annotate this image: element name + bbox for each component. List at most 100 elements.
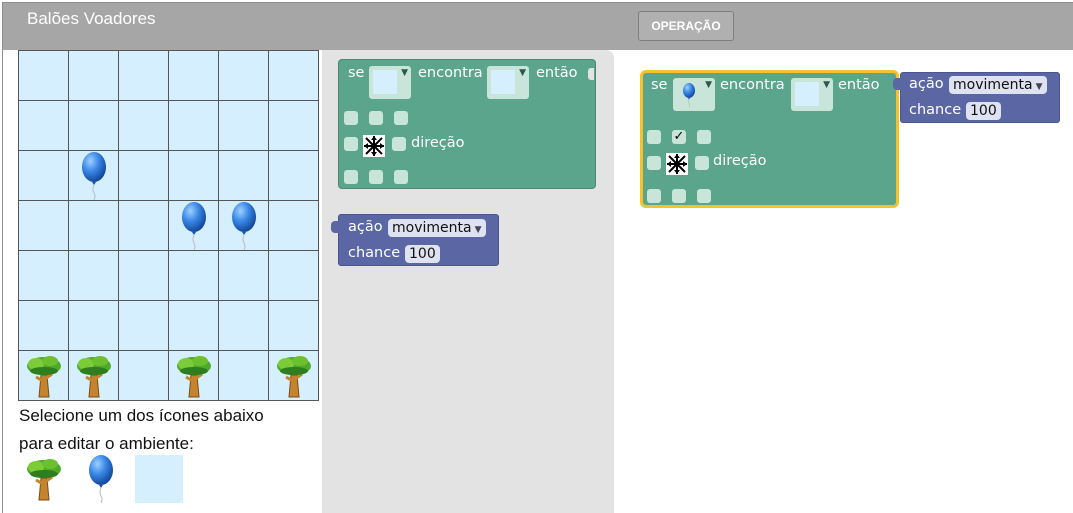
rule-connector-notch xyxy=(588,68,594,80)
ws-direction-checkbox-se[interactable] xyxy=(697,189,711,203)
grid-cell-0-3[interactable] xyxy=(169,51,218,100)
rule-then-label: então xyxy=(536,65,578,81)
action-dropdown[interactable]: movimenta ▼ xyxy=(388,219,486,237)
grid-cell-0-4[interactable] xyxy=(219,51,268,100)
grid-cell-2-3[interactable] xyxy=(169,151,218,200)
ws-direction-checkbox-ne[interactable] xyxy=(697,130,711,144)
direction-checkbox-e[interactable] xyxy=(392,137,406,151)
grid-cell-2-5[interactable] xyxy=(269,151,318,200)
palette-empty-cell[interactable] xyxy=(135,455,183,503)
tree-icon xyxy=(27,459,61,501)
palette-balloon-icon[interactable] xyxy=(77,455,125,503)
ws-direction-checkbox-e[interactable] xyxy=(695,156,709,170)
instruction-line-2: para editar o ambiente: xyxy=(19,434,194,453)
ws-rule-finds-label: encontra xyxy=(720,77,785,93)
chance-field[interactable]: 100 xyxy=(405,245,440,263)
grid-cell-3-1[interactable] xyxy=(69,201,118,250)
palette-tree-icon[interactable] xyxy=(20,455,68,503)
environment-grid xyxy=(18,50,319,401)
direction-checkbox-s[interactable] xyxy=(369,170,383,184)
grid-cell-1-4[interactable] xyxy=(219,101,268,150)
grid-cell-5-5[interactable] xyxy=(269,301,318,350)
grid-cell-1-1[interactable] xyxy=(69,101,118,150)
grid-cell-4-5[interactable] xyxy=(269,251,318,300)
direction-checkbox-w[interactable] xyxy=(344,137,358,151)
grid-cell-2-1[interactable] xyxy=(69,151,118,200)
grid-cell-1-2[interactable] xyxy=(119,101,168,150)
grid-cell-0-0[interactable] xyxy=(19,51,68,100)
ws-action-dropdown[interactable]: movimenta ▼ xyxy=(949,76,1047,94)
toolbox-rule-block[interactable]: se ▼ encontra ▼ então direção xyxy=(338,59,596,189)
workspace-rule-block[interactable]: se ▼ encontra ▼ então ✓ direção xyxy=(640,70,899,208)
grid-cell-3-4[interactable] xyxy=(219,201,268,250)
direction-checkbox-sw[interactable] xyxy=(344,170,358,184)
grid-cell-4-0[interactable] xyxy=(19,251,68,300)
rule-direction-label: direção xyxy=(411,135,465,151)
grid-cell-0-2[interactable] xyxy=(119,51,168,100)
ws-first-item-dropdown[interactable]: ▼ xyxy=(673,78,715,111)
second-item-dropdown[interactable]: ▼ xyxy=(487,66,529,99)
balloon-icon xyxy=(231,201,256,250)
balloon-icon xyxy=(89,455,113,503)
grid-cell-5-0[interactable] xyxy=(19,301,68,350)
grid-cell-2-2[interactable] xyxy=(119,151,168,200)
block-toolbox: se ▼ encontra ▼ então direção ação movim… xyxy=(322,50,614,513)
action-connector-nub xyxy=(331,221,339,233)
toolbox-action-block[interactable]: ação movimenta ▼ chance 100 xyxy=(338,214,499,266)
grid-cell-6-3[interactable] xyxy=(169,351,218,400)
direction-checkbox-nw[interactable] xyxy=(344,111,358,125)
grid-cell-6-5[interactable] xyxy=(269,351,318,400)
workspace-action-block[interactable]: ação movimenta ▼ chance 100 xyxy=(900,72,1060,123)
ws-direction-checkbox-n[interactable]: ✓ xyxy=(672,130,686,144)
ws-direction-checkbox-w[interactable] xyxy=(647,156,661,170)
operation-button[interactable]: OPERAÇÃO xyxy=(638,11,734,41)
first-item-dropdown[interactable]: ▼ xyxy=(369,66,411,99)
grid-cell-6-4[interactable] xyxy=(219,351,268,400)
tree-icon xyxy=(76,355,111,397)
chevron-down-icon: ▼ xyxy=(1035,82,1043,92)
direction-checkbox-n[interactable] xyxy=(369,111,383,125)
grid-cell-6-1[interactable] xyxy=(69,351,118,400)
ws-direction-checkbox-nw[interactable] xyxy=(647,130,661,144)
ws-direction-checkbox-sw[interactable] xyxy=(647,189,661,203)
ws-rule-then-label: então xyxy=(838,77,880,93)
grid-cell-4-2[interactable] xyxy=(119,251,168,300)
grid-cell-5-2[interactable] xyxy=(119,301,168,350)
grid-cell-3-2[interactable] xyxy=(119,201,168,250)
grid-cell-1-3[interactable] xyxy=(169,101,218,150)
tree-icon xyxy=(276,355,311,397)
balloon-icon xyxy=(81,151,106,200)
grid-cell-6-2[interactable] xyxy=(119,351,168,400)
grid-cell-3-3[interactable] xyxy=(169,201,218,250)
ws-rule-if-label: se xyxy=(651,77,668,93)
direction-cross-icon xyxy=(363,135,385,157)
grid-cell-3-5[interactable] xyxy=(269,201,318,250)
grid-cell-4-4[interactable] xyxy=(219,251,268,300)
grid-cell-1-0[interactable] xyxy=(19,101,68,150)
ws-direction-checkbox-s[interactable] xyxy=(672,189,686,203)
grid-cell-5-1[interactable] xyxy=(69,301,118,350)
grid-cell-0-5[interactable] xyxy=(269,51,318,100)
rule-finds-label: encontra xyxy=(418,65,483,81)
chevron-down-icon: ▼ xyxy=(474,225,482,235)
grid-cell-6-0[interactable] xyxy=(19,351,68,400)
direction-cross-icon xyxy=(666,153,688,175)
ws-second-item-dropdown[interactable]: ▼ xyxy=(791,78,833,111)
direction-checkbox-se[interactable] xyxy=(394,170,408,184)
grid-cell-1-5[interactable] xyxy=(269,101,318,150)
grid-cell-2-0[interactable] xyxy=(19,151,68,200)
grid-cell-5-4[interactable] xyxy=(219,301,268,350)
grid-cell-5-3[interactable] xyxy=(169,301,218,350)
grid-cell-4-3[interactable] xyxy=(169,251,218,300)
action-label: ação xyxy=(348,219,383,235)
ws-action-label: ação xyxy=(909,76,944,92)
grid-cell-0-1[interactable] xyxy=(69,51,118,100)
ws-chance-label: chance xyxy=(909,102,962,118)
ws-chance-field[interactable]: 100 xyxy=(966,102,1001,120)
grid-cell-2-4[interactable] xyxy=(219,151,268,200)
grid-cell-3-0[interactable] xyxy=(19,201,68,250)
ws-rule-direction-label: direção xyxy=(713,153,767,169)
grid-cell-4-1[interactable] xyxy=(69,251,118,300)
editor-instructions: Selecione um dos ícones abaixo para edit… xyxy=(19,402,264,458)
direction-checkbox-ne[interactable] xyxy=(394,111,408,125)
